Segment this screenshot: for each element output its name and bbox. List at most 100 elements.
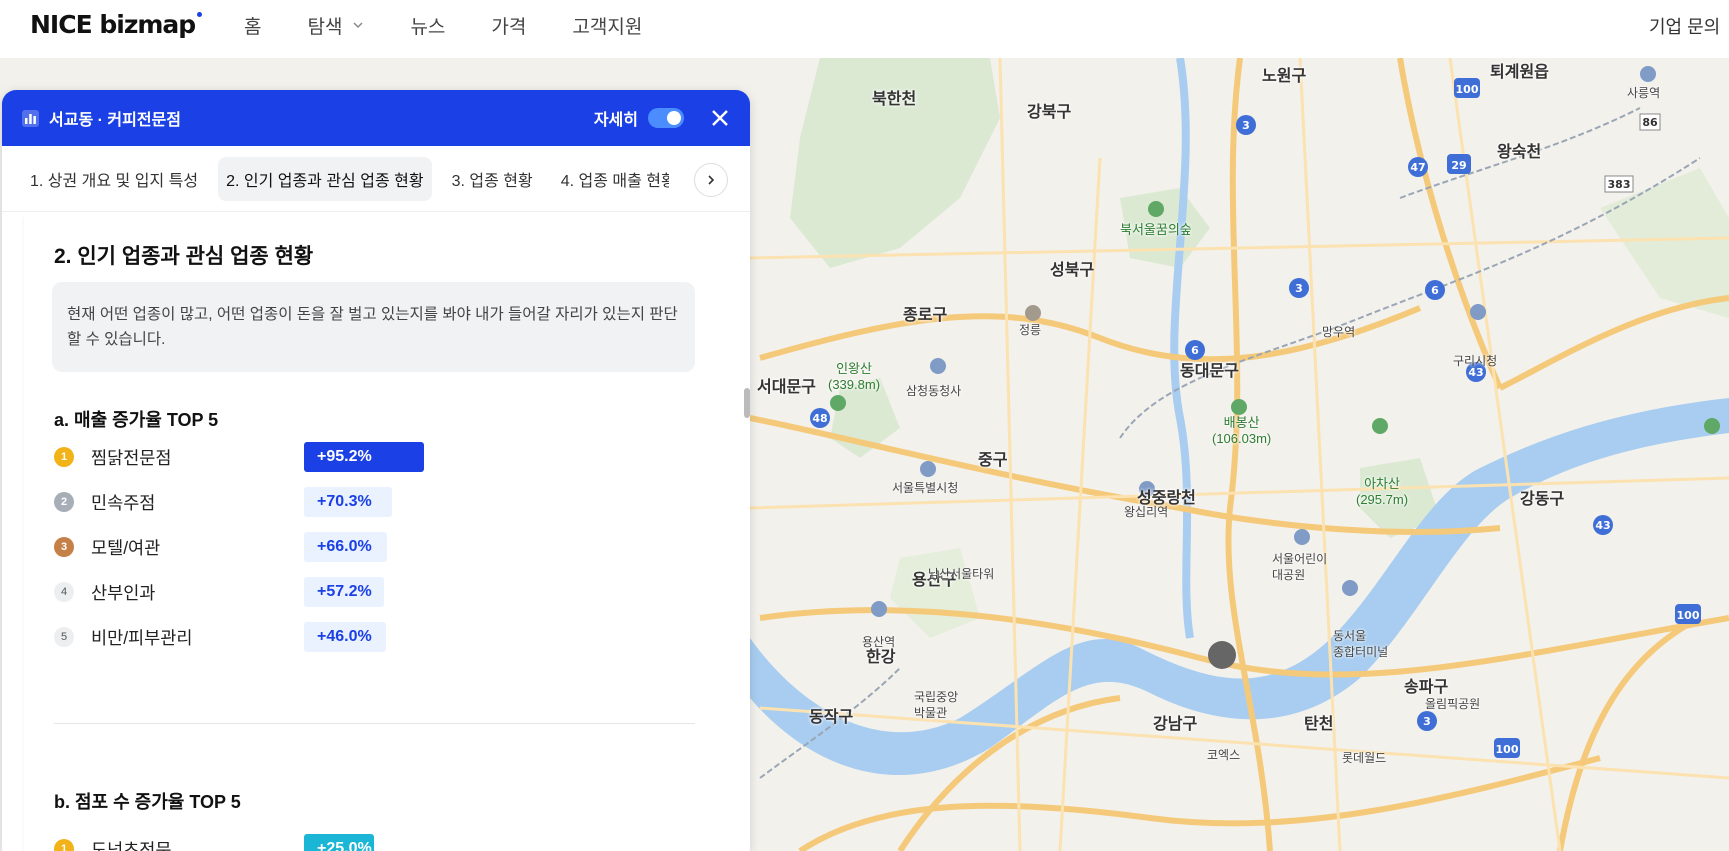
growth-rate-badge: +25.0%: [304, 834, 374, 851]
svg-text:43: 43: [1595, 519, 1610, 532]
nav-news[interactable]: 뉴스: [410, 12, 445, 39]
business-name: 찜닭전문점: [91, 447, 172, 468]
tab-business-status[interactable]: 3. 업종 현황: [444, 157, 541, 201]
svg-text:86: 86: [1642, 116, 1658, 129]
growth-rate-badge: +95.2%: [304, 442, 424, 472]
detail-toggle[interactable]: [648, 108, 684, 128]
map-place-cityhall: 서울특별시청: [892, 481, 959, 495]
nav-pricing[interactable]: 가격: [491, 12, 526, 39]
rank-5-icon: 5: [54, 627, 74, 647]
map-place-yongsan-station: 용산역: [862, 635, 896, 649]
map-label-gangbuk: 강북구: [1027, 104, 1072, 121]
map-label-wangsukcheon: 왕숙천: [1497, 144, 1542, 161]
tabs-next-button[interactable]: [694, 163, 728, 197]
map-label-tancheon: 탄천: [1304, 716, 1334, 733]
map-place-childrenpark: 서울어린이 대공원: [1272, 552, 1328, 582]
svg-text:383: 383: [1608, 178, 1631, 191]
list-item: 3 모텔/여관 +66.0%: [54, 532, 387, 562]
list-item: 1 찜닭전문점 +95.2%: [54, 442, 424, 472]
nav-explore[interactable]: 탐색: [307, 12, 364, 39]
section-description: 현재 어떤 업종이 많고, 어떤 업종이 돈을 잘 벌고 있는지를 봐야 내가 …: [52, 282, 695, 372]
svg-text:6: 6: [1191, 344, 1199, 357]
svg-text:100: 100: [1496, 743, 1519, 756]
map-label-seongbuk: 성북구: [1050, 262, 1095, 279]
map-place-samcheong: 삼청동청사: [906, 384, 962, 398]
map-place-terminal: 동서울 종합터미널: [1333, 629, 1389, 659]
nav-support[interactable]: 고객지원: [572, 12, 642, 39]
map-place-bukseoul: 북서울꿈의숲: [1120, 222, 1192, 237]
map-label-jongno: 종로구: [903, 307, 948, 324]
tab-sales-status[interactable]: 4. 업종 매출 현황: [553, 157, 669, 201]
sales-growth-title: a. 매출 증가율 TOP 5: [54, 410, 219, 430]
svg-text:100: 100: [1677, 609, 1700, 622]
silver-medal-icon: 2: [54, 492, 74, 512]
panel-header: 서교동 · 커피전문점 자세히: [2, 90, 750, 146]
growth-rate-badge: +66.0%: [304, 532, 387, 562]
section-divider: [54, 723, 695, 724]
panel-scrollbar[interactable]: [744, 388, 750, 418]
svg-text:100: 100: [1456, 83, 1479, 96]
list-item: 4 산부인과 +57.2%: [54, 577, 384, 607]
map-label-bukhancheon: 북한천: [872, 91, 917, 108]
map-place-wangsimni: 왕십리역: [1124, 505, 1169, 519]
corporate-inquiry-link[interactable]: 기업 문의: [1649, 13, 1729, 39]
svg-text:6: 6: [1431, 284, 1439, 297]
tab-popular-business[interactable]: 2. 인기 업종과 관심 업종 현황: [218, 156, 432, 201]
chevron-right-icon: [708, 175, 715, 185]
business-name: 산부인과: [91, 582, 156, 603]
panel-title: 서교동 · 커피전문점: [49, 112, 181, 129]
business-name: 도넛츠전문: [91, 839, 172, 851]
map-label-seodaemun: 서대문구: [757, 379, 816, 396]
map-label-toegyewon: 퇴계원읍: [1490, 64, 1549, 81]
map-label-dongdaemun: 동대문구: [1180, 363, 1239, 380]
main-menu: 홈 탐색 뉴스 가격 고객지원: [244, 0, 688, 50]
list-item: 5 비만/피부관리 +46.0%: [54, 622, 386, 652]
map-place-namsan: 남산서울타워: [928, 567, 995, 581]
map-label-junggu: 중구: [978, 452, 1008, 469]
business-name: 모텔/여관: [91, 537, 161, 558]
svg-text:3: 3: [1423, 715, 1431, 728]
list-item: 1 도넛츠전문 +25.0%: [54, 834, 374, 851]
map-place-jeongneung: 정릉: [1019, 323, 1042, 337]
map-label-dongjak: 동작구: [809, 709, 854, 726]
growth-rate-badge: +70.3%: [304, 487, 392, 517]
map-place-mangu: 망우역: [1322, 325, 1356, 339]
bizmap-logo[interactable]: NICE bizmap: [30, 10, 203, 39]
map-place-baebongsan: 배봉산 (106.03m): [1212, 415, 1272, 446]
svg-text:48: 48: [812, 412, 827, 425]
section-tabs: 1. 상권 개요 및 입지 특성 2. 인기 업종과 관심 업종 현황 3. 업…: [2, 146, 750, 212]
growth-rate-badge: +57.2%: [304, 577, 384, 607]
chevron-down-icon: [353, 22, 363, 29]
gold-medal-icon: 1: [54, 839, 74, 851]
map-place-olympicpark: 올림픽공원: [1425, 697, 1481, 711]
business-name: 비만/피부관리: [91, 627, 193, 648]
map-place-museum: 국립중앙 박물관: [914, 690, 959, 720]
bronze-medal-icon: 3: [54, 537, 74, 557]
map-place-guri-cityhall: 구리시청: [1453, 354, 1498, 368]
rank-4-icon: 4: [54, 582, 74, 602]
map-label-gangdong: 강동구: [1520, 491, 1565, 508]
map-place-coex: 코엑스: [1207, 748, 1241, 762]
svg-text:3: 3: [1242, 119, 1250, 132]
map-place-lotteworld: 롯데월드: [1342, 751, 1387, 765]
svg-text:47: 47: [1410, 161, 1425, 174]
map-place-inwangsan: 인왕산 (339.8m): [828, 361, 881, 392]
bar-chart-icon: [22, 109, 39, 127]
analysis-panel: 서교동 · 커피전문점 자세히 1. 상권 개요 및 입지 특성 2. 인기 업…: [2, 90, 750, 851]
detail-label: 자세히: [593, 112, 638, 129]
map-label-nowon: 노원구: [1262, 68, 1307, 85]
list-item: 2 민속주점 +70.3%: [54, 487, 392, 517]
svg-text:29: 29: [1451, 159, 1466, 172]
map-label-songpa: 송파구: [1404, 679, 1449, 696]
growth-rate-badge: +46.0%: [304, 622, 386, 652]
store-growth-title: b. 점포 수 증가율 TOP 5: [54, 792, 241, 812]
tab-overview[interactable]: 1. 상권 개요 및 입지 특성: [22, 157, 206, 201]
map-label-gangnam: 강남구: [1153, 716, 1198, 733]
business-name: 민속주점: [91, 492, 156, 513]
close-icon[interactable]: [710, 108, 730, 128]
section-title: 2. 인기 업종과 관심 업종 현황: [54, 245, 314, 268]
svg-text:3: 3: [1295, 282, 1303, 295]
gold-medal-icon: 1: [54, 447, 74, 467]
nav-home[interactable]: 홈: [244, 12, 261, 39]
map-place-achasan: 아차산 (295.7m): [1356, 476, 1409, 507]
